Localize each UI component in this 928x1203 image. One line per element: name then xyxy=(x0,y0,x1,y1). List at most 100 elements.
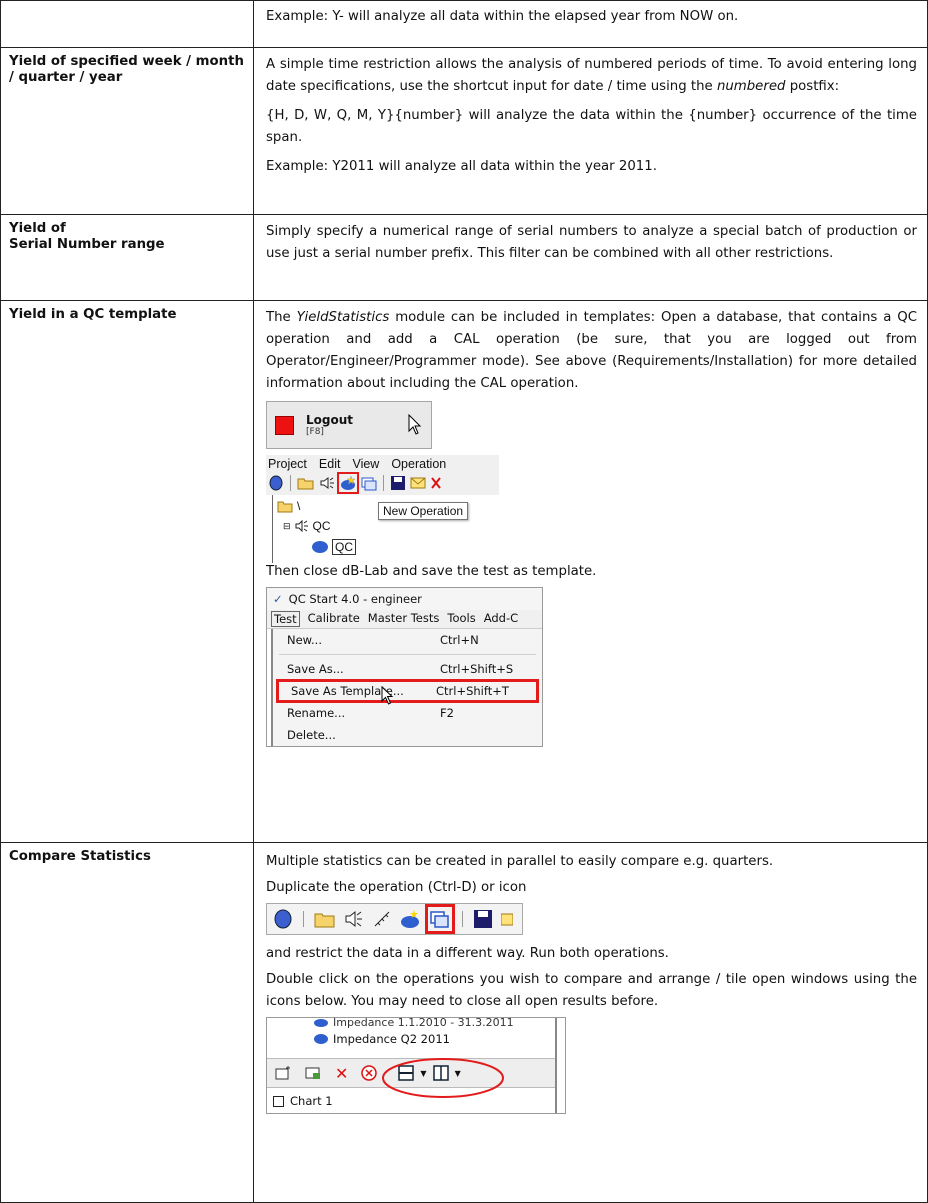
menu-item-shortcut: F2 xyxy=(440,706,454,720)
paragraph: A simple time restriction allows the ana… xyxy=(266,54,917,98)
tree-child: QC xyxy=(311,539,356,555)
menubar: Test Calibrate Master Tests Tools Add-C xyxy=(267,610,542,629)
separator xyxy=(290,475,291,491)
emphasis: YieldStatistics xyxy=(296,310,390,325)
paragraph: The YieldStatistics module can be includ… xyxy=(266,307,917,395)
duplicate-icon xyxy=(430,911,449,928)
menu-operation: Operation xyxy=(391,457,447,471)
operation-icon xyxy=(312,541,328,553)
paragraph: {H, D, W, Q, M, Y}{number} will analyze … xyxy=(266,108,917,145)
table-row: Yield of specified week / month / quarte… xyxy=(1,48,928,215)
menu-item-shortcut: Ctrl+N xyxy=(440,633,479,647)
logout-shortcut: [F8] xyxy=(306,426,324,437)
menu-add: Add-C xyxy=(483,611,519,625)
cursor-icon xyxy=(408,414,422,435)
row-content: Simply specify a numerical range of seri… xyxy=(254,215,928,300)
splitter xyxy=(555,1018,557,1113)
menu-project: Project xyxy=(268,457,307,471)
app-icon: ✓ xyxy=(273,592,283,606)
paragraph: Double click on the operations you wish … xyxy=(266,972,917,1009)
menu-view: View xyxy=(352,457,380,471)
checkbox xyxy=(273,1095,284,1107)
dropdown-menu: New... Ctrl+N Save As... Ctrl+Shift+S Save… xyxy=(271,629,542,746)
open-folder-icon xyxy=(297,478,314,490)
speaker-icon xyxy=(345,910,362,928)
label-line: Serial Number range xyxy=(9,237,165,252)
menu-item-new: New... Ctrl+N xyxy=(273,629,542,651)
logout-button-screenshot: Logout [F8] xyxy=(266,401,432,449)
row-label: Yield of Serial Number range xyxy=(1,215,254,300)
chart-list-item: Chart 1 xyxy=(273,1094,333,1108)
menu-item-shortcut: Ctrl+Shift+S xyxy=(440,662,514,676)
text: The xyxy=(266,310,297,325)
paragraph: Example: Y- will analyze all data within… xyxy=(266,9,739,24)
tree-root-label: \ xyxy=(297,499,301,513)
duplicate-toolbar-screenshot xyxy=(266,903,523,935)
toolbar xyxy=(266,472,499,495)
menu-edit: Edit xyxy=(318,457,341,471)
list-item: Impedance 1.1.2010 - 31.3.2011 xyxy=(313,1016,514,1029)
folder-icon xyxy=(277,501,293,512)
speaker-icon xyxy=(320,477,334,489)
tree-root: \ xyxy=(277,499,300,513)
emphasis: numbered xyxy=(716,79,786,94)
row-label: Compare Statistics xyxy=(1,843,254,1202)
tree-node-label: QC xyxy=(312,519,331,533)
window-title-text: QC Start 4.0 - engineer xyxy=(288,592,422,606)
menu-tools: Tools xyxy=(447,611,476,625)
menu-item-label: Rename... xyxy=(287,706,346,720)
separator xyxy=(279,654,536,655)
stop-icon xyxy=(275,415,294,435)
new-operation-button xyxy=(337,472,359,494)
menu-test: Test xyxy=(271,611,300,627)
close-all-icon xyxy=(361,1065,378,1081)
row-label: Yield in a QC template xyxy=(1,301,254,842)
mail-icon xyxy=(501,913,513,926)
results-toolbar: ✕ ▼ ▼ xyxy=(267,1058,555,1098)
paragraph: Example: Y2011 will analyze all data wit… xyxy=(266,159,657,174)
list-item-label: Impedance Q2 2011 xyxy=(333,1032,450,1046)
mail-icon xyxy=(410,477,426,489)
operation-icon xyxy=(314,1018,328,1027)
operation-icon xyxy=(314,1034,328,1044)
menu-item-label: New... xyxy=(287,633,322,647)
separator xyxy=(303,911,304,927)
row-label: Yield of specified week / month / quarte… xyxy=(1,48,254,214)
paragraph: Multiple statistics can be created in pa… xyxy=(266,854,774,869)
save-icon xyxy=(391,476,405,490)
separator xyxy=(462,911,463,927)
menu-master-tests: Master Tests xyxy=(367,611,440,625)
new-operation-icon xyxy=(401,910,419,928)
measure-icon xyxy=(374,911,390,927)
highlight-ellipse xyxy=(382,1058,505,1098)
chart-label: Chart 1 xyxy=(290,1094,333,1108)
tile-buttons-group: ▼ ▼ xyxy=(382,1058,505,1098)
tooltip: New Operation xyxy=(378,502,469,520)
close-icon: ✕ xyxy=(335,1063,349,1083)
collapse-icon: ⊟ xyxy=(283,520,291,531)
menu-calibrate: Calibrate xyxy=(307,611,360,625)
text: postfix: xyxy=(785,79,840,94)
row-content: The YieldStatistics module can be includ… xyxy=(254,301,928,842)
paragraph: Then close dB-Lab and save the test as t… xyxy=(266,564,597,579)
row-content: Multiple statistics can be created in pa… xyxy=(254,843,928,1202)
open-folder-icon xyxy=(314,913,335,928)
new-operation-icon xyxy=(341,475,356,490)
content-table: Example: Y- will analyze all data within… xyxy=(0,0,928,1203)
speaker-icon xyxy=(295,519,308,533)
row-content: A simple time restriction allows the ana… xyxy=(254,48,928,214)
menubar-screenshot: Project Edit View Operation \ ⊟ QC QC Ne… xyxy=(266,455,499,563)
menu-item-shortcut: Ctrl+Shift+T xyxy=(436,684,509,698)
list-item: Impedance Q2 2011 xyxy=(313,1032,450,1046)
label-line: Yield of xyxy=(9,221,66,236)
menu-item-delete: Delete... xyxy=(273,724,542,746)
row-label xyxy=(1,1,254,47)
cursor-icon xyxy=(381,686,394,705)
menu-item-label: Save As... xyxy=(287,662,344,676)
window-save-icon xyxy=(305,1067,320,1079)
menubar: Project Edit View Operation xyxy=(266,455,499,473)
tile-windows-screenshot: Impedance 1.1.2010 - 31.3.2011 Impedance… xyxy=(266,1016,566,1114)
menu-item-save-as: Save As... Ctrl+Shift+S xyxy=(273,658,542,680)
duplicate-icon xyxy=(361,477,377,491)
new-window-icon xyxy=(275,1066,290,1080)
